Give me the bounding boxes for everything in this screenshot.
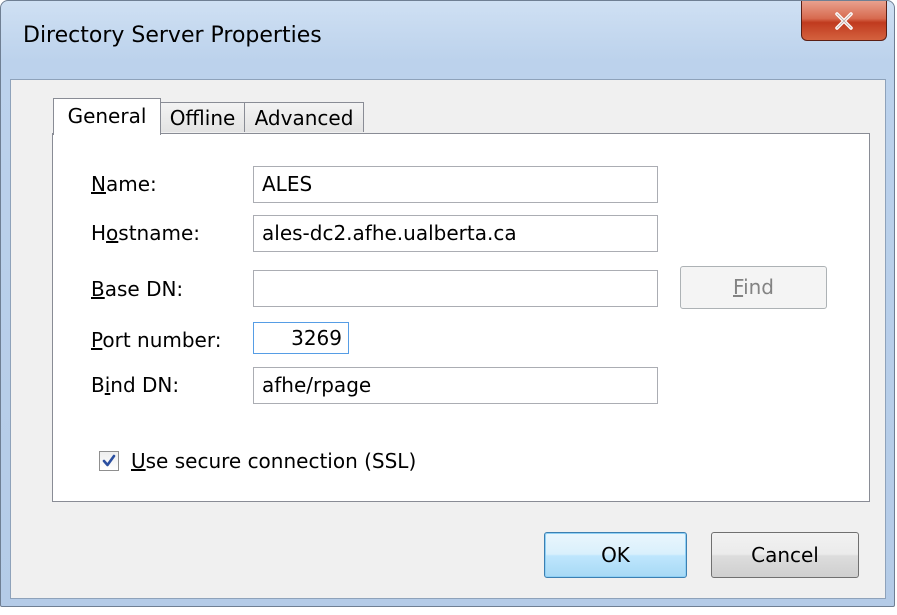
- name-field[interactable]: ALES: [253, 166, 658, 203]
- base-dn-field[interactable]: [253, 270, 658, 307]
- checkmark-icon: [102, 454, 116, 467]
- port-number-field[interactable]: 3269: [253, 322, 349, 354]
- dialog-window: Directory Server Properties General Offl…: [0, 0, 895, 607]
- close-button[interactable]: [801, 1, 887, 41]
- general-tab-panel: Name: ALES Hostname: ales-dc2.afhe.ualbe…: [52, 133, 870, 502]
- hostname-label-prefix: H: [91, 221, 107, 245]
- hostname-label-text: stname:: [118, 221, 201, 245]
- ssl-label-text: se secure connection (SSL): [145, 449, 417, 473]
- hostname-label: Hostname:: [91, 221, 200, 245]
- base-dn-label: Base DN:: [91, 277, 183, 301]
- close-icon: [835, 11, 853, 30]
- base-dn-label-text: ase DN:: [104, 277, 184, 301]
- ssl-label-mnemonic: U: [131, 449, 146, 473]
- ssl-checkbox[interactable]: [99, 451, 119, 471]
- dialog-client-area: General Offline Advanced Name: ALES Host…: [10, 79, 886, 599]
- name-label-mnemonic: N: [91, 172, 106, 196]
- port-label-mnemonic: P: [91, 328, 103, 352]
- bind-dn-label-text: nd DN:: [110, 373, 180, 397]
- tab-advanced[interactable]: Advanced: [244, 102, 364, 132]
- port-label-text: ort number:: [102, 328, 222, 352]
- hostname-label-mnemonic: o: [106, 221, 119, 245]
- bind-dn-label: Bind DN:: [91, 373, 179, 397]
- ok-button[interactable]: OK: [544, 532, 687, 578]
- bind-dn-field[interactable]: afhe/rpage: [253, 367, 658, 404]
- window-title: Directory Server Properties: [23, 23, 322, 48]
- tab-offline[interactable]: Offline: [160, 102, 245, 132]
- name-label: Name:: [91, 172, 157, 196]
- tab-general[interactable]: General: [53, 98, 161, 135]
- base-dn-label-mnemonic: B: [91, 277, 105, 301]
- bind-dn-label-prefix: B: [91, 373, 105, 397]
- find-button[interactable]: Find: [680, 266, 827, 309]
- tab-general-label: General: [67, 104, 147, 128]
- port-label: Port number:: [91, 328, 221, 352]
- title-bar[interactable]: Directory Server Properties: [1, 1, 894, 79]
- find-button-label: ind: [743, 275, 774, 299]
- name-label-text: ame:: [105, 172, 157, 196]
- ssl-checkbox-label[interactable]: Use secure connection (SSL): [131, 449, 416, 473]
- tab-offline-label: Offline: [169, 106, 236, 130]
- find-button-mnemonic: F: [733, 275, 744, 299]
- hostname-field[interactable]: ales-dc2.afhe.ualberta.ca: [253, 215, 658, 252]
- tab-advanced-label: Advanced: [254, 106, 354, 130]
- cancel-button[interactable]: Cancel: [711, 532, 859, 578]
